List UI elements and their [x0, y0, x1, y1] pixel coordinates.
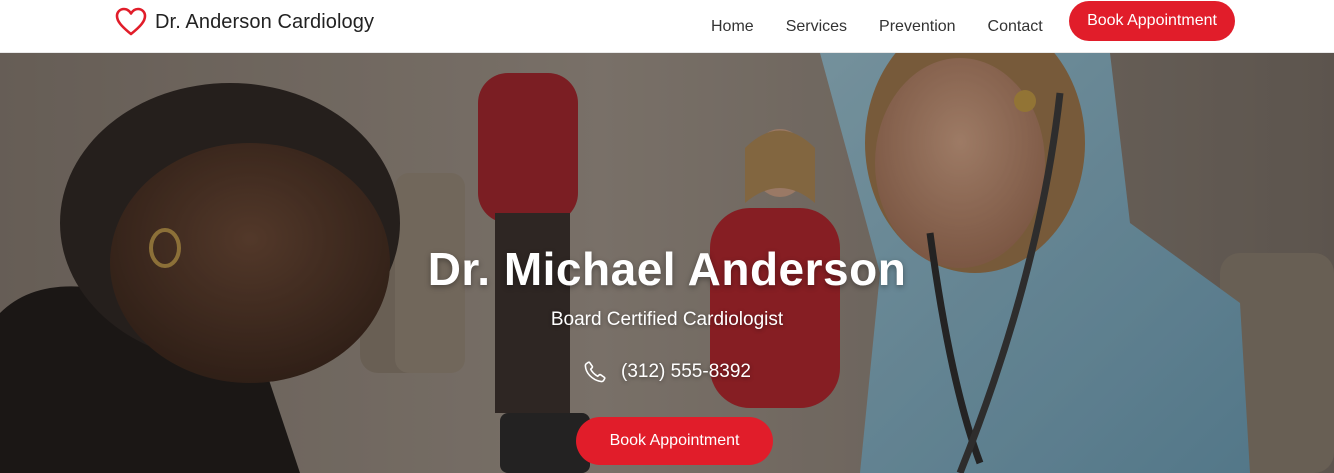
doctor-credential: Board Certified Cardiologist: [550, 309, 784, 330]
phone-number: (312) 555-8392: [621, 361, 751, 382]
nav-book-appointment-button[interactable]: Book Appointment: [1069, 1, 1235, 41]
phone-link[interactable]: (312) 555-8392: [0, 360, 1334, 384]
nav-link-contact[interactable]: Contact: [988, 18, 1043, 36]
doctor-name-heading: Dr. Michael Anderson: [427, 243, 907, 295]
nav-link-services[interactable]: Services: [786, 18, 847, 36]
brand-name: Dr. Anderson Cardiology: [155, 10, 375, 33]
heart-icon: [115, 7, 147, 37]
phone-icon: [584, 361, 606, 383]
hero-content: Dr. Michael Anderson Board Certified Car…: [0, 53, 1334, 473]
hero-section: Dr. Michael Anderson Board Certified Car…: [0, 53, 1334, 473]
main-nav: Home Services Prevention Contact: [711, 0, 1075, 53]
top-navbar: Dr. Anderson Cardiology Home Services Pr…: [0, 0, 1334, 53]
nav-link-home[interactable]: Home: [711, 18, 754, 36]
nav-link-prevention[interactable]: Prevention: [879, 18, 956, 36]
brand-logo-link[interactable]: Dr. Anderson Cardiology: [115, 7, 374, 37]
hero-book-appointment-button[interactable]: Book Appointment: [576, 417, 773, 465]
